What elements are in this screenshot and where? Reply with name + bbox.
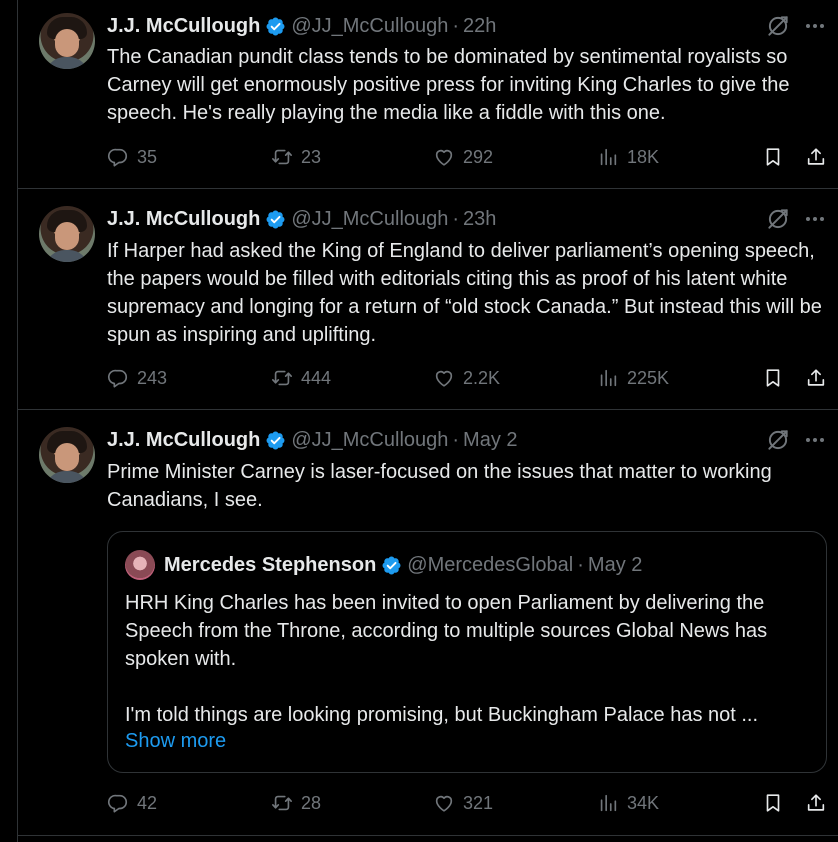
tweet-text: The Canadian pundit class tends to be do… bbox=[107, 46, 790, 124]
share-button[interactable] bbox=[804, 789, 828, 817]
tweet-3[interactable]: J.J. McCullough @JJ_McCullough · May 2 P… bbox=[18, 410, 838, 836]
share-button[interactable] bbox=[804, 364, 828, 392]
views-count: 225K bbox=[627, 367, 670, 388]
views-button[interactable]: 18K bbox=[597, 143, 659, 171]
separator-dot: · bbox=[577, 553, 584, 576]
repost-icon bbox=[271, 367, 293, 389]
verified-badge-icon bbox=[265, 430, 286, 451]
reply-button[interactable]: 243 bbox=[107, 364, 167, 392]
grok-icon[interactable] bbox=[765, 206, 791, 232]
tweet-1[interactable]: J.J. McCullough @JJ_McCullough · 22h The… bbox=[18, 0, 838, 189]
tweet-2[interactable]: J.J. McCullough @JJ_McCullough · 23h If … bbox=[18, 189, 838, 410]
verified-badge-icon bbox=[381, 555, 402, 576]
author-name[interactable]: J.J. McCullough bbox=[107, 429, 260, 452]
action-bar: 35 23 292 18K bbox=[107, 143, 832, 171]
share-icon bbox=[805, 146, 827, 168]
tweet-header: J.J. McCullough @JJ_McCullough · May 2 bbox=[107, 427, 518, 453]
tweet-header: J.J. McCullough @JJ_McCullough · 22h bbox=[107, 13, 496, 39]
reply-button[interactable]: 35 bbox=[107, 143, 157, 171]
timestamp[interactable]: May 2 bbox=[463, 429, 517, 452]
like-button[interactable]: 2.2K bbox=[433, 364, 500, 392]
repost-icon bbox=[271, 792, 293, 814]
bookmark-icon bbox=[762, 146, 784, 168]
share-icon bbox=[805, 792, 827, 814]
reply-count: 243 bbox=[137, 367, 168, 388]
share-button[interactable] bbox=[804, 143, 828, 171]
quoted-tweet[interactable]: Mercedes Stephenson @MercedesGlobal · Ma… bbox=[107, 531, 827, 773]
more-icon[interactable] bbox=[803, 428, 827, 452]
verified-badge-icon bbox=[265, 209, 286, 230]
grok-icon[interactable] bbox=[765, 13, 791, 39]
avatar[interactable] bbox=[39, 13, 95, 69]
reply-count: 42 bbox=[137, 792, 158, 813]
separator-dot: · bbox=[452, 428, 460, 451]
views-button[interactable]: 225K bbox=[597, 364, 669, 392]
action-bar: 243 444 2.2K 225K bbox=[107, 364, 832, 392]
views-icon bbox=[597, 146, 619, 168]
reply-icon bbox=[107, 367, 129, 389]
views-button[interactable]: 34K bbox=[597, 789, 659, 817]
tweet-text: Prime Minister Carney is laser-focused o… bbox=[107, 461, 772, 511]
like-icon bbox=[433, 146, 455, 168]
views-count: 34K bbox=[627, 792, 660, 813]
quoted-header: Mercedes Stephenson @MercedesGlobal · Ma… bbox=[164, 552, 642, 578]
bookmark-button[interactable] bbox=[761, 364, 785, 392]
like-count: 2.2K bbox=[463, 367, 501, 388]
repost-button[interactable]: 444 bbox=[271, 364, 331, 392]
tweet-text: If Harper had asked the King of England … bbox=[107, 240, 822, 346]
more-icon[interactable] bbox=[803, 207, 827, 231]
bookmark-icon bbox=[762, 792, 784, 814]
like-icon bbox=[433, 792, 455, 814]
author-handle[interactable]: @JJ_McCullough bbox=[291, 429, 448, 452]
timestamp[interactable]: 22h bbox=[463, 15, 496, 38]
quoted-timestamp: May 2 bbox=[587, 553, 643, 576]
repost-count: 23 bbox=[301, 146, 322, 167]
author-handle[interactable]: @JJ_McCullough bbox=[291, 15, 448, 38]
quoted-author-handle: @MercedesGlobal bbox=[407, 553, 574, 576]
action-bar: 42 28 321 34K bbox=[107, 789, 832, 817]
reply-icon bbox=[107, 792, 129, 814]
repost-count: 28 bbox=[301, 792, 322, 813]
grok-icon[interactable] bbox=[765, 427, 791, 453]
more-icon[interactable] bbox=[803, 14, 827, 38]
quoted-avatar bbox=[125, 550, 155, 580]
quoted-text: HRH King Charles has been invited to ope… bbox=[125, 589, 815, 729]
bookmark-button[interactable] bbox=[761, 143, 785, 171]
like-icon bbox=[433, 367, 455, 389]
show-more-link[interactable]: Show more bbox=[125, 727, 226, 755]
reply-button[interactable]: 42 bbox=[107, 789, 157, 817]
quoted-paragraph-1: HRH King Charles has been invited to ope… bbox=[125, 592, 768, 670]
author-name[interactable]: J.J. McCullough bbox=[107, 208, 260, 231]
avatar[interactable] bbox=[39, 206, 95, 262]
timeline: J.J. McCullough @JJ_McCullough · 22h The… bbox=[17, 0, 838, 842]
reply-icon bbox=[107, 146, 129, 168]
verified-badge-icon bbox=[265, 16, 286, 37]
views-icon bbox=[597, 792, 619, 814]
separator-dot: · bbox=[452, 207, 460, 230]
repost-button[interactable]: 23 bbox=[271, 143, 321, 171]
bookmark-icon bbox=[762, 367, 784, 389]
repost-count: 444 bbox=[301, 367, 332, 388]
tweet-header: J.J. McCullough @JJ_McCullough · 23h bbox=[107, 206, 496, 232]
bookmark-button[interactable] bbox=[761, 789, 785, 817]
repost-button[interactable]: 28 bbox=[271, 789, 321, 817]
quoted-author-name: Mercedes Stephenson bbox=[164, 553, 377, 576]
author-name[interactable]: J.J. McCullough bbox=[107, 15, 260, 38]
views-count: 18K bbox=[627, 146, 660, 167]
quoted-paragraph-2: I'm told things are looking promising, b… bbox=[125, 704, 759, 726]
reply-count: 35 bbox=[137, 146, 158, 167]
separator-dot: · bbox=[452, 14, 460, 37]
share-icon bbox=[805, 367, 827, 389]
like-count: 292 bbox=[463, 146, 494, 167]
views-icon bbox=[597, 367, 619, 389]
avatar[interactable] bbox=[39, 427, 95, 483]
like-button[interactable]: 292 bbox=[433, 143, 493, 171]
author-handle[interactable]: @JJ_McCullough bbox=[291, 208, 448, 231]
repost-icon bbox=[271, 146, 293, 168]
timestamp[interactable]: 23h bbox=[463, 208, 496, 231]
like-button[interactable]: 321 bbox=[433, 789, 493, 817]
like-count: 321 bbox=[463, 792, 494, 813]
